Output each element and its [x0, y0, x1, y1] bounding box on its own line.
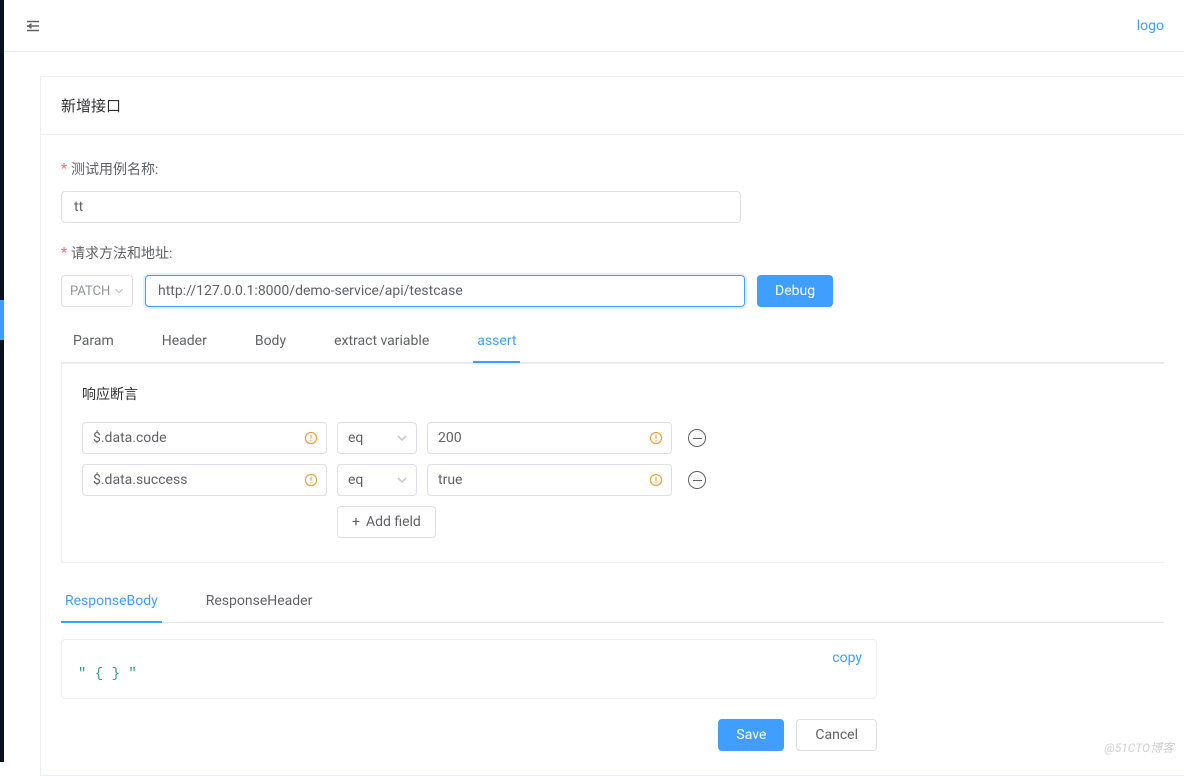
- assert-expect-input-wrap: [427, 464, 672, 496]
- method-url-item: * 请求方法和地址: PATCH Debug: [61, 243, 1164, 307]
- tab-response-header[interactable]: ResponseHeader: [202, 593, 317, 622]
- tab-header[interactable]: Header: [158, 333, 211, 362]
- assert-card: 响应断言: [61, 363, 1164, 563]
- assert-op-select[interactable]: [337, 422, 417, 454]
- request-tabs: Param Header Body extract variable asser…: [61, 333, 1164, 363]
- url-input[interactable]: [145, 275, 745, 307]
- tab-extract-variable[interactable]: extract variable: [330, 333, 433, 362]
- tab-param[interactable]: Param: [69, 333, 118, 362]
- copy-button[interactable]: copy: [832, 650, 862, 666]
- logout-link[interactable]: logo: [1137, 18, 1164, 34]
- warning-icon: [304, 431, 318, 445]
- watermark: @51CTO博客: [1104, 739, 1174, 756]
- testcase-name-label: 测试用例名称:: [71, 159, 158, 179]
- warning-icon: [304, 473, 318, 487]
- required-star-icon: *: [61, 161, 67, 177]
- assert-path-input-wrap: [82, 422, 327, 454]
- warning-icon: [649, 473, 663, 487]
- chevron-down-icon: [114, 286, 124, 296]
- http-method-value: PATCH: [70, 284, 110, 299]
- left-nav-rail: [0, 0, 4, 762]
- tab-response-body[interactable]: ResponseBody: [61, 593, 162, 623]
- assert-path-input[interactable]: [93, 472, 316, 488]
- assert-op-select[interactable]: [337, 464, 417, 496]
- assert-row: [82, 464, 1144, 496]
- response-body-text: " { } ": [78, 656, 860, 682]
- assert-row: [82, 422, 1144, 454]
- topbar: logo: [0, 0, 1184, 52]
- main-panel: 新增接口 * 测试用例名称: * 请求方法和地址: PATCH Debug: [40, 76, 1184, 776]
- plus-icon: +: [352, 515, 360, 529]
- sidebar-collapse-icon[interactable]: [24, 17, 42, 35]
- method-url-label: 请求方法和地址:: [71, 243, 172, 263]
- assert-expect-input-wrap: [427, 422, 672, 454]
- chevron-down-icon: [396, 474, 408, 486]
- panel-title: 新增接口: [41, 77, 1184, 135]
- assert-path-input-wrap: [82, 464, 327, 496]
- debug-button[interactable]: Debug: [757, 275, 833, 307]
- assert-expect-input[interactable]: [438, 472, 661, 488]
- testcase-name-item: * 测试用例名称:: [61, 159, 1164, 223]
- add-field-label: Add field: [366, 514, 421, 530]
- response-tabs: ResponseBody ResponseHeader: [61, 593, 1164, 623]
- remove-row-icon[interactable]: [688, 471, 706, 489]
- response-body-card: copy " { } ": [61, 639, 877, 699]
- http-method-select[interactable]: PATCH: [61, 275, 133, 307]
- tab-body[interactable]: Body: [251, 333, 290, 362]
- remove-row-icon[interactable]: [688, 429, 706, 447]
- add-field-button[interactable]: + Add field: [337, 506, 436, 538]
- warning-icon: [649, 431, 663, 445]
- save-button[interactable]: Save: [718, 719, 784, 751]
- assert-expect-input[interactable]: [438, 430, 661, 446]
- footer-actions: Save Cancel: [61, 719, 877, 751]
- testcase-name-input[interactable]: [61, 191, 741, 223]
- required-star-icon: *: [61, 245, 67, 261]
- tab-assert[interactable]: assert: [473, 333, 520, 363]
- chevron-down-icon: [396, 432, 408, 444]
- left-nav-active-indicator: [0, 300, 4, 340]
- assert-path-input[interactable]: [93, 430, 316, 446]
- cancel-button[interactable]: Cancel: [796, 719, 877, 751]
- assert-title: 响应断言: [62, 364, 1164, 422]
